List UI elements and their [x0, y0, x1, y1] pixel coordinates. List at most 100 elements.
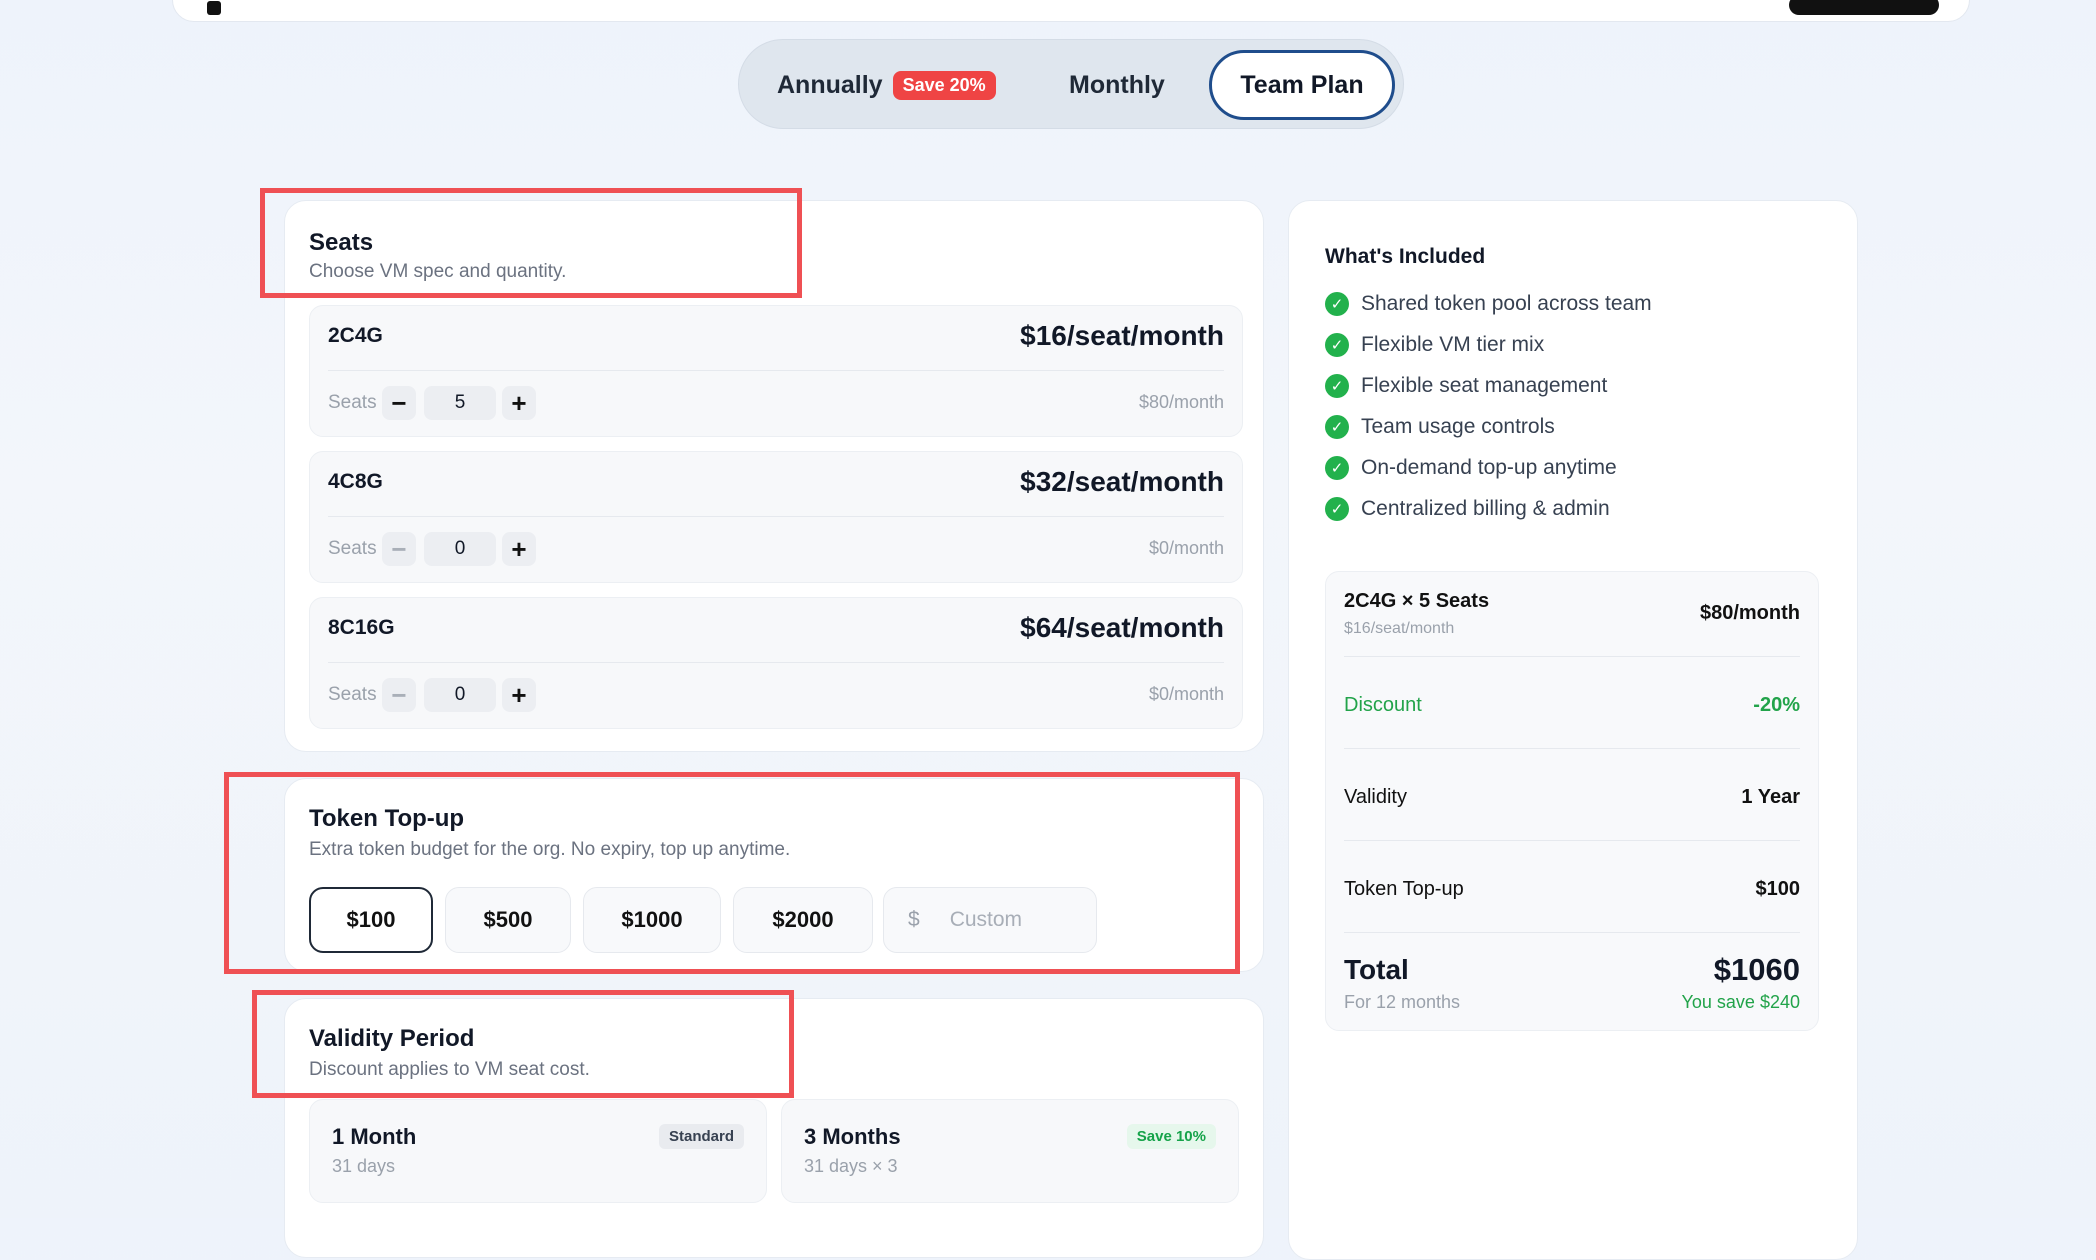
period-days: 31 days [332, 1156, 396, 1176]
tab-team-plan[interactable]: Team Plan [1209, 50, 1395, 120]
top-nav-bar [172, 0, 1970, 22]
decrement-button[interactable]: − [382, 532, 416, 566]
custom-amount-field[interactable]: $ [883, 887, 1097, 953]
feature-label: Team usage controls [1361, 415, 1555, 438]
period-name: 3 Months [804, 1124, 901, 1149]
validity-title: Validity Period [309, 1025, 475, 1052]
seat-quantity-input[interactable]: 0 [424, 678, 496, 712]
line-item-label: 2C4G × 5 Seats [1344, 590, 1490, 612]
seat-quantity-input[interactable]: 0 [424, 532, 496, 566]
divider [1344, 932, 1800, 933]
included-title: What's Included [1325, 245, 1486, 268]
discount-label: Discount [1344, 694, 1422, 716]
seats-label: Seats [328, 684, 377, 705]
check-circle-icon: ✓ [1325, 292, 1349, 316]
tier-total: $0/month [1148, 538, 1224, 558]
period-name: 1 Month [332, 1124, 417, 1149]
total-value: $1060 [1713, 952, 1800, 987]
plus-icon: + [511, 679, 527, 710]
amount-option-500[interactable]: $500 [445, 887, 571, 953]
feature-label: On-demand top-up anytime [1361, 456, 1617, 479]
period-option-1-month[interactable]: 1 Month 31 days Standard [309, 1099, 767, 1203]
seats-title: Seats [309, 229, 374, 256]
period-option-3-months[interactable]: 3 Months 31 days × 3 Save 10% [781, 1099, 1239, 1203]
line-item-sub: $16/seat/month [1344, 620, 1455, 637]
amount-option-2000[interactable]: $2000 [733, 887, 873, 953]
topup-value: $100 [1755, 878, 1801, 900]
plus-icon: + [511, 533, 527, 564]
feature-label: Flexible seat management [1361, 374, 1608, 397]
feature-item: ✓ On-demand top-up anytime [1325, 456, 1617, 480]
line-item-value: $80/month [1699, 602, 1800, 624]
feature-item: ✓ Flexible seat management [1325, 374, 1607, 398]
amount-option-100[interactable]: $100 [309, 887, 433, 953]
check-circle-icon: ✓ [1325, 456, 1349, 480]
save-badge: Save 10% [1126, 1124, 1216, 1149]
topup-label: Token Top-up [1344, 878, 1464, 900]
tier-name: 2C4G [328, 324, 383, 347]
plus-icon: + [511, 387, 527, 418]
nav-action-button[interactable] [1789, 0, 1939, 15]
tab-annually[interactable]: Annually Save 20% [777, 50, 996, 120]
save-badge: Save 20% [892, 70, 996, 100]
increment-button[interactable]: + [502, 678, 536, 712]
divider [328, 516, 1224, 517]
check-circle-icon: ✓ [1325, 333, 1349, 357]
period-days: 31 days × 3 [804, 1156, 898, 1176]
tab-annually-label: Annually [777, 70, 883, 99]
order-summary: 2C4G × 5 Seats $16/seat/month $80/month … [1325, 571, 1819, 1031]
total-label: Total [1344, 954, 1409, 985]
feature-label: Centralized billing & admin [1361, 497, 1610, 520]
decrement-button[interactable]: − [382, 678, 416, 712]
decrement-button[interactable]: − [382, 386, 416, 420]
savings-note: You save $240 [1681, 992, 1800, 1012]
validity-subtitle: Discount applies to VM seat cost. [309, 1059, 590, 1080]
currency-symbol: $ [908, 908, 920, 931]
check-circle-icon: ✓ [1325, 497, 1349, 521]
seats-card: Seats Choose VM spec and quantity. 2C4G … [284, 200, 1264, 752]
divider [1344, 840, 1800, 841]
feature-item: ✓ Team usage controls [1325, 415, 1555, 439]
seats-label: Seats [328, 392, 377, 413]
tier-price: $32/seat/month [1020, 466, 1224, 497]
increment-button[interactable]: + [502, 386, 536, 420]
tab-monthly[interactable]: Monthly [1069, 50, 1165, 120]
validity-label: Validity [1344, 786, 1407, 808]
check-circle-icon: ✓ [1325, 415, 1349, 439]
summary-card: What's Included ✓ Shared token pool acro… [1288, 200, 1858, 1260]
tier-price: $64/seat/month [1020, 612, 1224, 643]
check-circle-icon: ✓ [1325, 374, 1349, 398]
tier-name: 8C16G [328, 616, 395, 639]
feature-label: Shared token pool across team [1361, 292, 1652, 315]
nav-logo-icon [207, 1, 221, 15]
total-period: For 12 months [1344, 992, 1461, 1012]
validity-value: 1 Year [1741, 786, 1800, 808]
divider [1344, 748, 1800, 749]
feature-item: ✓ Flexible VM tier mix [1325, 333, 1544, 357]
seat-tier-4c8g: 4C8G $32/seat/month Seats − 0 + $0/month [309, 451, 1243, 583]
seats-label: Seats [328, 538, 377, 559]
minus-icon: − [391, 387, 407, 418]
seat-quantity-input[interactable]: 5 [424, 386, 496, 420]
discount-value: -20% [1753, 694, 1800, 716]
tier-total: $80/month [1138, 392, 1224, 412]
tier-price: $16/seat/month [1020, 320, 1224, 351]
amount-option-1000[interactable]: $1000 [583, 887, 721, 953]
minus-icon: − [391, 533, 407, 564]
billing-toggle: Annually Save 20% Monthly Team Plan [738, 39, 1404, 129]
minus-icon: − [391, 679, 407, 710]
tier-name: 4C8G [328, 470, 383, 493]
feature-item: ✓ Shared token pool across team [1325, 292, 1652, 316]
feature-item: ✓ Centralized billing & admin [1325, 497, 1610, 521]
tier-total: $0/month [1148, 684, 1224, 704]
seats-subtitle: Choose VM spec and quantity. [309, 261, 567, 282]
validity-card: Validity Period Discount applies to VM s… [284, 998, 1264, 1258]
increment-button[interactable]: + [502, 532, 536, 566]
feature-label: Flexible VM tier mix [1361, 333, 1545, 356]
custom-amount-input[interactable] [947, 907, 1088, 933]
seat-tier-8c16g: 8C16G $64/seat/month Seats − 0 + $0/mont… [309, 597, 1243, 729]
divider [328, 370, 1224, 371]
token-topup-card: Token Top-up Extra token budget for the … [284, 778, 1264, 972]
divider [1344, 656, 1800, 657]
divider [328, 662, 1224, 663]
